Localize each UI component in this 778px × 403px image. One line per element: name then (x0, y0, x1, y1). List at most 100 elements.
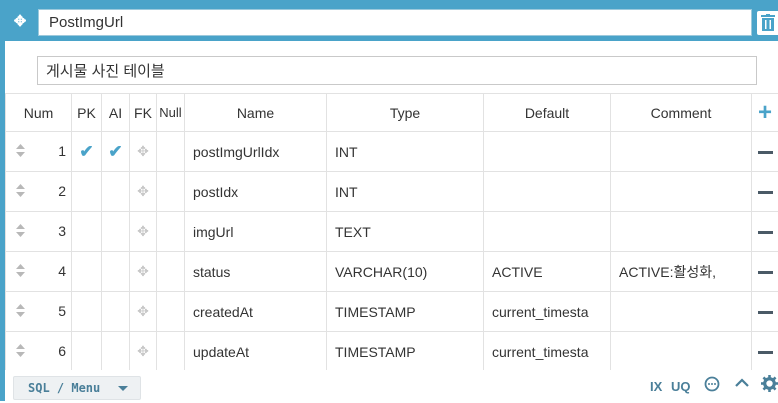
pk-cell[interactable] (72, 172, 102, 212)
fk-cell[interactable]: ✥ (130, 252, 157, 292)
minus-icon (758, 151, 773, 154)
ai-cell[interactable]: ✔ (102, 132, 130, 172)
ai-cell[interactable] (102, 212, 130, 252)
column-name-cell[interactable]: postImgUrlIdx (185, 132, 327, 172)
minus-icon (758, 271, 773, 274)
drag-icon[interactable]: ✥ (137, 263, 149, 279)
drag-icon[interactable]: ✥ (137, 303, 149, 319)
num-cell: 4 (6, 252, 72, 292)
remove-column-button[interactable] (752, 252, 778, 292)
column-type-cell[interactable]: INT (327, 172, 484, 212)
column-comment-cell[interactable] (611, 292, 752, 332)
remove-column-button[interactable] (752, 332, 778, 372)
fk-cell[interactable]: ✥ (130, 172, 157, 212)
row-number: 5 (58, 303, 66, 319)
num-cell: 6 (6, 332, 72, 372)
column-type-cell[interactable]: TIMESTAMP (327, 292, 484, 332)
col-header-default: Default (484, 94, 611, 132)
delete-table-button[interactable] (757, 11, 778, 35)
remove-column-button[interactable] (752, 172, 778, 212)
pk-cell[interactable]: ✔ (72, 132, 102, 172)
null-cell[interactable] (157, 172, 185, 212)
num-cell: 3 (6, 212, 72, 252)
column-comment-cell[interactable] (611, 172, 752, 212)
sort-icon[interactable] (16, 144, 25, 160)
pk-cell[interactable] (72, 332, 102, 372)
col-header-fk: FK (130, 94, 157, 132)
add-column-button[interactable]: + (752, 94, 778, 132)
drag-icon[interactable]: ✥ (137, 183, 149, 199)
check-icon: ✔ (79, 142, 93, 161)
ai-cell[interactable] (102, 332, 130, 372)
remove-column-button[interactable] (752, 132, 778, 172)
sort-icon[interactable] (16, 264, 25, 280)
comment-icon[interactable] (704, 376, 720, 398)
sort-icon[interactable] (16, 344, 25, 360)
column-type-cell[interactable]: VARCHAR(10) (327, 252, 484, 292)
column-default-cell[interactable] (484, 212, 611, 252)
col-header-null: Null (157, 94, 185, 132)
column-name-cell[interactable]: postIdx (185, 172, 327, 212)
column-comment-cell[interactable] (611, 332, 752, 372)
col-header-num: Num (6, 94, 72, 132)
fk-cell[interactable]: ✥ (130, 212, 157, 252)
move-icon[interactable]: ✥ (8, 10, 32, 34)
row-number: 2 (58, 183, 66, 199)
sort-icon[interactable] (16, 224, 25, 240)
column-name-cell[interactable]: createdAt (185, 292, 327, 332)
sort-icon[interactable] (16, 184, 25, 200)
remove-column-button[interactable] (752, 292, 778, 332)
column-default-cell[interactable]: current_timesta (484, 332, 611, 372)
fk-cell[interactable]: ✥ (130, 132, 157, 172)
remove-column-button[interactable] (752, 212, 778, 252)
table-row: 5 ✥ createdAtTIMESTAMPcurrent_timesta (6, 292, 778, 332)
column-default-cell[interactable] (484, 172, 611, 212)
row-number: 3 (58, 223, 66, 239)
minus-icon (758, 311, 773, 314)
drag-icon[interactable]: ✥ (137, 343, 149, 359)
column-type-cell[interactable]: INT (327, 132, 484, 172)
fk-cell[interactable]: ✥ (130, 292, 157, 332)
drag-icon[interactable]: ✥ (137, 143, 149, 159)
sort-icon[interactable] (16, 304, 25, 320)
ai-cell[interactable] (102, 252, 130, 292)
col-header-pk: PK (72, 94, 102, 132)
drag-icon[interactable]: ✥ (137, 223, 149, 239)
pk-cell[interactable] (72, 292, 102, 332)
table-row: 3 ✥ imgUrlTEXT (6, 212, 778, 252)
column-type-cell[interactable]: TIMESTAMP (327, 332, 484, 372)
column-name-cell[interactable]: updateAt (185, 332, 327, 372)
column-comment-cell[interactable] (611, 212, 752, 252)
table-name-input[interactable] (38, 9, 752, 36)
null-cell[interactable] (157, 132, 185, 172)
column-comment-cell[interactable]: ACTIVE:활성화, (611, 252, 752, 292)
null-cell[interactable] (157, 292, 185, 332)
sql-menu-button[interactable]: SQL / Menu (13, 376, 141, 400)
null-cell[interactable] (157, 212, 185, 252)
pk-cell[interactable] (72, 252, 102, 292)
column-comment-cell[interactable] (611, 132, 752, 172)
columns-grid: Num PK AI FK Null Name Type Default Comm… (5, 93, 778, 372)
gear-icon[interactable] (761, 375, 778, 397)
index-button[interactable]: IX (650, 376, 662, 398)
chevron-up-icon[interactable] (734, 375, 750, 397)
column-default-cell[interactable]: current_timesta (484, 292, 611, 332)
table-editor-panel: ✥ Num PK AI FK Null (0, 0, 778, 401)
plus-icon: + (758, 99, 772, 126)
column-name-cell[interactable]: imgUrl (185, 212, 327, 252)
column-type-cell[interactable]: TEXT (327, 212, 484, 252)
ai-cell[interactable] (102, 292, 130, 332)
table-comment-input[interactable] (37, 56, 757, 85)
null-cell[interactable] (157, 252, 185, 292)
ai-cell[interactable] (102, 172, 130, 212)
column-name-cell[interactable]: status (185, 252, 327, 292)
unique-button[interactable]: UQ (671, 376, 691, 398)
null-cell[interactable] (157, 332, 185, 372)
column-default-cell[interactable]: ACTIVE (484, 252, 611, 292)
minus-icon (758, 231, 773, 234)
table-row: 4 ✥ statusVARCHAR(10)ACTIVEACTIVE:활성화, (6, 252, 778, 292)
pk-cell[interactable] (72, 212, 102, 252)
fk-cell[interactable]: ✥ (130, 332, 157, 372)
column-default-cell[interactable] (484, 132, 611, 172)
num-cell: 1 (6, 132, 72, 172)
